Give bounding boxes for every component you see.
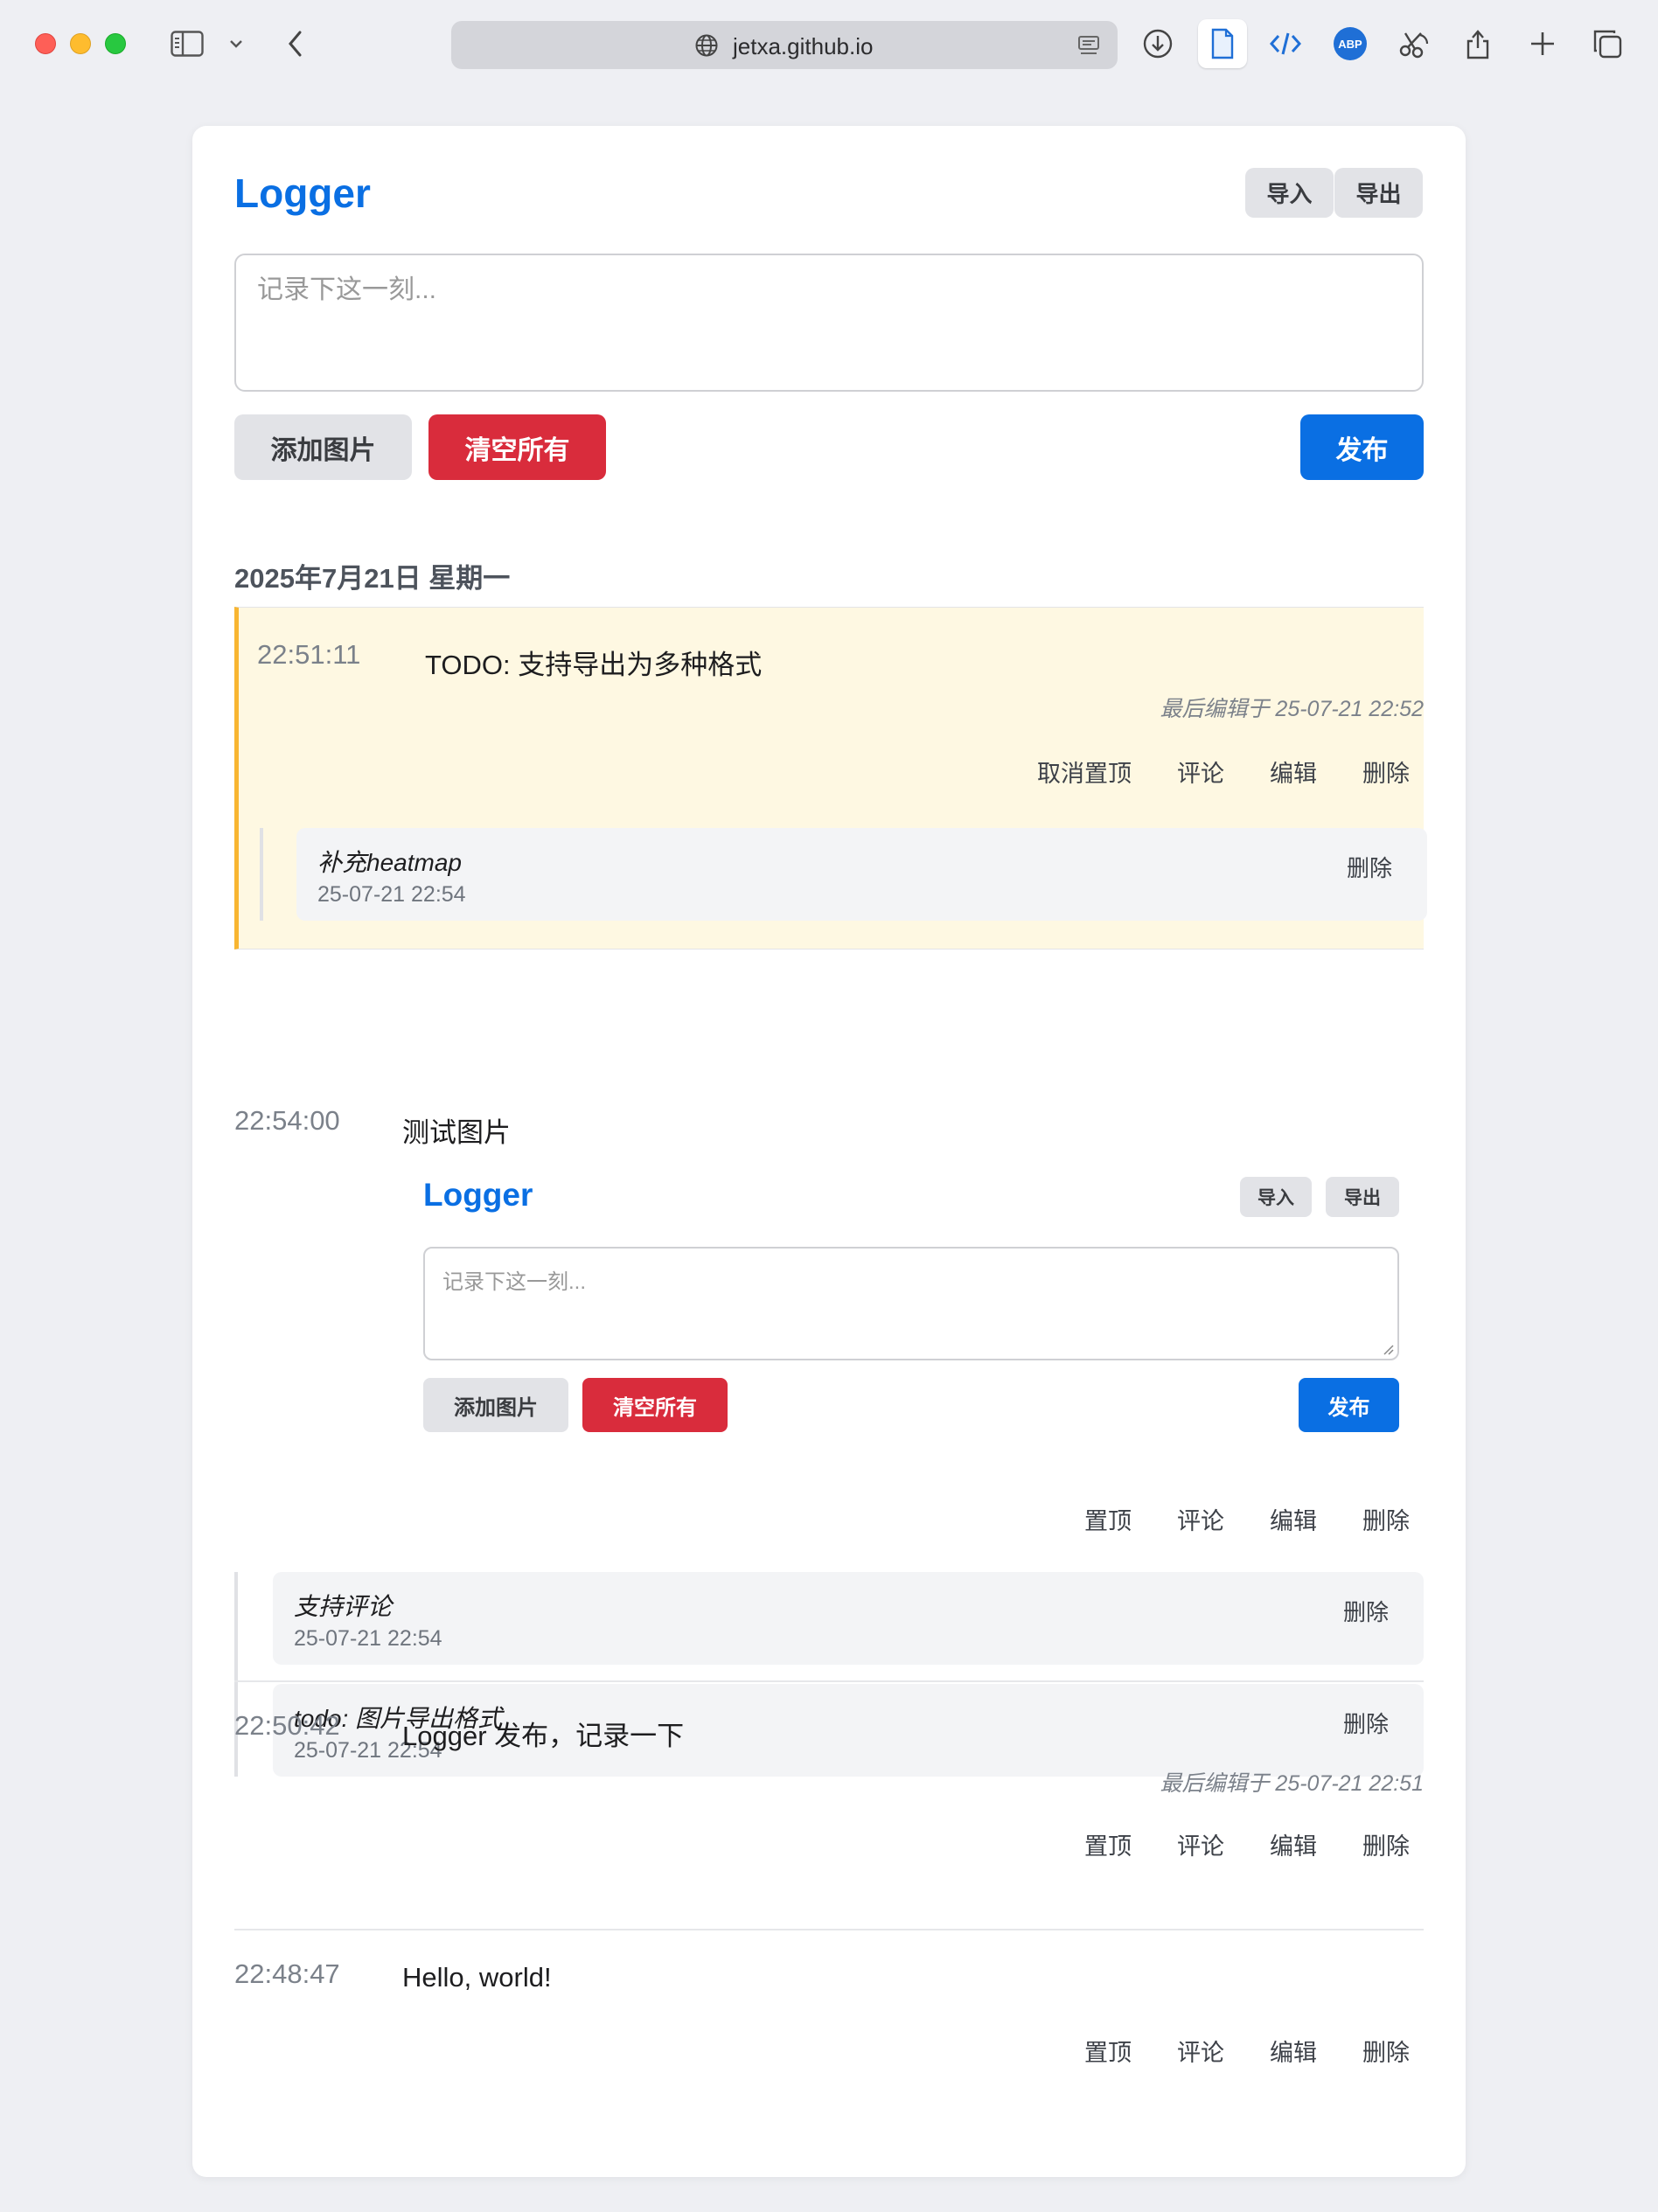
pin-button[interactable]: 置顶 [1084,1827,1132,1861]
edit-button[interactable]: 编辑 [1270,1502,1317,1536]
code-icon[interactable] [1268,26,1303,61]
entry-text: TODO: 支持导出为多种格式 [425,650,763,680]
entry-time: 22:51:11 [257,639,361,670]
entry-divider [234,1680,1424,1682]
comment-button[interactable]: 评论 [1177,755,1224,789]
minimize-window-button[interactable] [70,33,91,54]
pin-button[interactable]: 置顶 [1084,2034,1132,2068]
edit-button[interactable]: 编辑 [1270,755,1317,789]
image-import-button: 导入 [1240,1177,1312,1217]
clear-all-button[interactable]: 清空所有 [428,414,606,480]
edited-timestamp: 最后编辑于 25-07-21 22:51 [1160,1771,1424,1796]
comment-delete-button[interactable]: 删除 [1347,851,1392,883]
comment-text: 支持评论 [294,1593,393,1620]
reader-mode-icon[interactable] [1077,35,1100,56]
close-window-button[interactable] [35,33,56,54]
edit-button[interactable]: 编辑 [1270,2034,1317,2068]
comment-button[interactable]: 评论 [1177,2034,1224,2068]
entry-text: 测试图片 [402,1117,511,1148]
chevron-down-icon[interactable] [219,26,254,61]
comment-item: 补充heatmap 25-07-21 22:54 删除 [296,828,1427,921]
image-add-image-button: 添加图片 [423,1378,568,1432]
back-arrow-icon[interactable] [278,26,313,61]
resize-grip-icon [1383,1345,1394,1355]
entry-image[interactable]: Logger 导入 导出 记录下这一刻... 添加图片 清空所有 发布 [423,1165,1403,1450]
entry-time: 22:48:47 [234,1958,340,1989]
comment-button[interactable]: 评论 [1177,1502,1224,1536]
entry-actions: 置顶 评论 编辑 删除 [1039,1827,1410,1861]
comment-text: 补充heatmap [317,849,462,876]
image-publish-button: 发布 [1299,1378,1399,1432]
edit-button[interactable]: 编辑 [1270,1827,1317,1861]
delete-button[interactable]: 删除 [1362,1827,1410,1861]
image-app-title: Logger [423,1177,533,1213]
url-text: jetxa.github.io [733,33,874,59]
image-export-button: 导出 [1326,1177,1399,1217]
delete-button[interactable]: 删除 [1362,755,1410,789]
comment-date: 25-07-21 22:54 [317,882,466,907]
entry-time: 22:54:00 [234,1105,340,1136]
comment-item: 支持评论 25-07-21 22:54 删除 [273,1572,1424,1665]
entry-text: Logger 发布，记录一下 [402,1721,685,1751]
delete-button[interactable]: 删除 [1362,2034,1410,2068]
publish-button[interactable]: 发布 [1300,414,1424,480]
image-clear-all-button: 清空所有 [582,1378,728,1432]
tab-overview-icon[interactable] [1590,26,1625,61]
image-textarea-placeholder: 记录下这一刻... [442,1270,587,1294]
import-button[interactable]: 导入 [1245,168,1334,218]
comment-delete-button[interactable]: 删除 [1343,1707,1389,1739]
delete-button[interactable]: 删除 [1362,1502,1410,1536]
comment-button[interactable]: 评论 [1177,1827,1224,1861]
comment-date: 25-07-21 22:54 [294,1626,442,1651]
share-icon[interactable] [1460,26,1495,61]
browser-toolbar: jetxa.github.io ABP [0,0,1658,89]
add-image-button[interactable]: 添加图片 [234,414,412,480]
export-button[interactable]: 导出 [1334,168,1423,218]
entry-actions: 置顶 评论 编辑 删除 [1039,2034,1410,2068]
address-bar[interactable]: jetxa.github.io [451,21,1118,69]
pin-button[interactable]: 置顶 [1084,1502,1132,1536]
pinned-entry: 22:51:11 TODO: 支持导出为多种格式 最后编辑于 25-07-21 … [234,607,1427,949]
entry-time: 22:50:42 [234,1710,340,1741]
download-icon[interactable] [1140,26,1175,61]
comment-delete-button[interactable]: 删除 [1343,1595,1389,1627]
unpin-button[interactable]: 取消置顶 [1037,755,1132,789]
sidebar-toggle-icon[interactable] [170,26,205,61]
entry-actions: 取消置顶 评论 编辑 删除 [992,755,1410,789]
globe-icon [695,34,718,57]
abp-badge: ABP [1334,27,1367,60]
entry-textarea[interactable] [234,254,1424,392]
scissors-icon[interactable] [1396,26,1431,61]
zoom-window-button[interactable] [105,33,126,54]
app-title: Logger [234,170,371,216]
new-tab-icon[interactable] [1525,26,1560,61]
entry-text: Hello, world! [402,1962,552,1993]
edited-timestamp: 最后编辑于 25-07-21 22:52 [1160,697,1424,721]
entry-actions: 置顶 评论 编辑 删除 [1039,1502,1410,1536]
adblock-icon[interactable]: ABP [1333,26,1368,61]
date-heading: 2025年7月21日 星期一 [234,563,511,594]
comment-list: 补充heatmap 25-07-21 22:54 删除 [260,828,1427,921]
logger-card: Logger 导入 导出 添加图片 清空所有 发布 2025年7月21日 星期一… [192,126,1466,2177]
page-extension-icon[interactable] [1198,19,1247,68]
entry-divider [234,1929,1424,1930]
image-textarea: 记录下这一刻... [423,1247,1399,1360]
